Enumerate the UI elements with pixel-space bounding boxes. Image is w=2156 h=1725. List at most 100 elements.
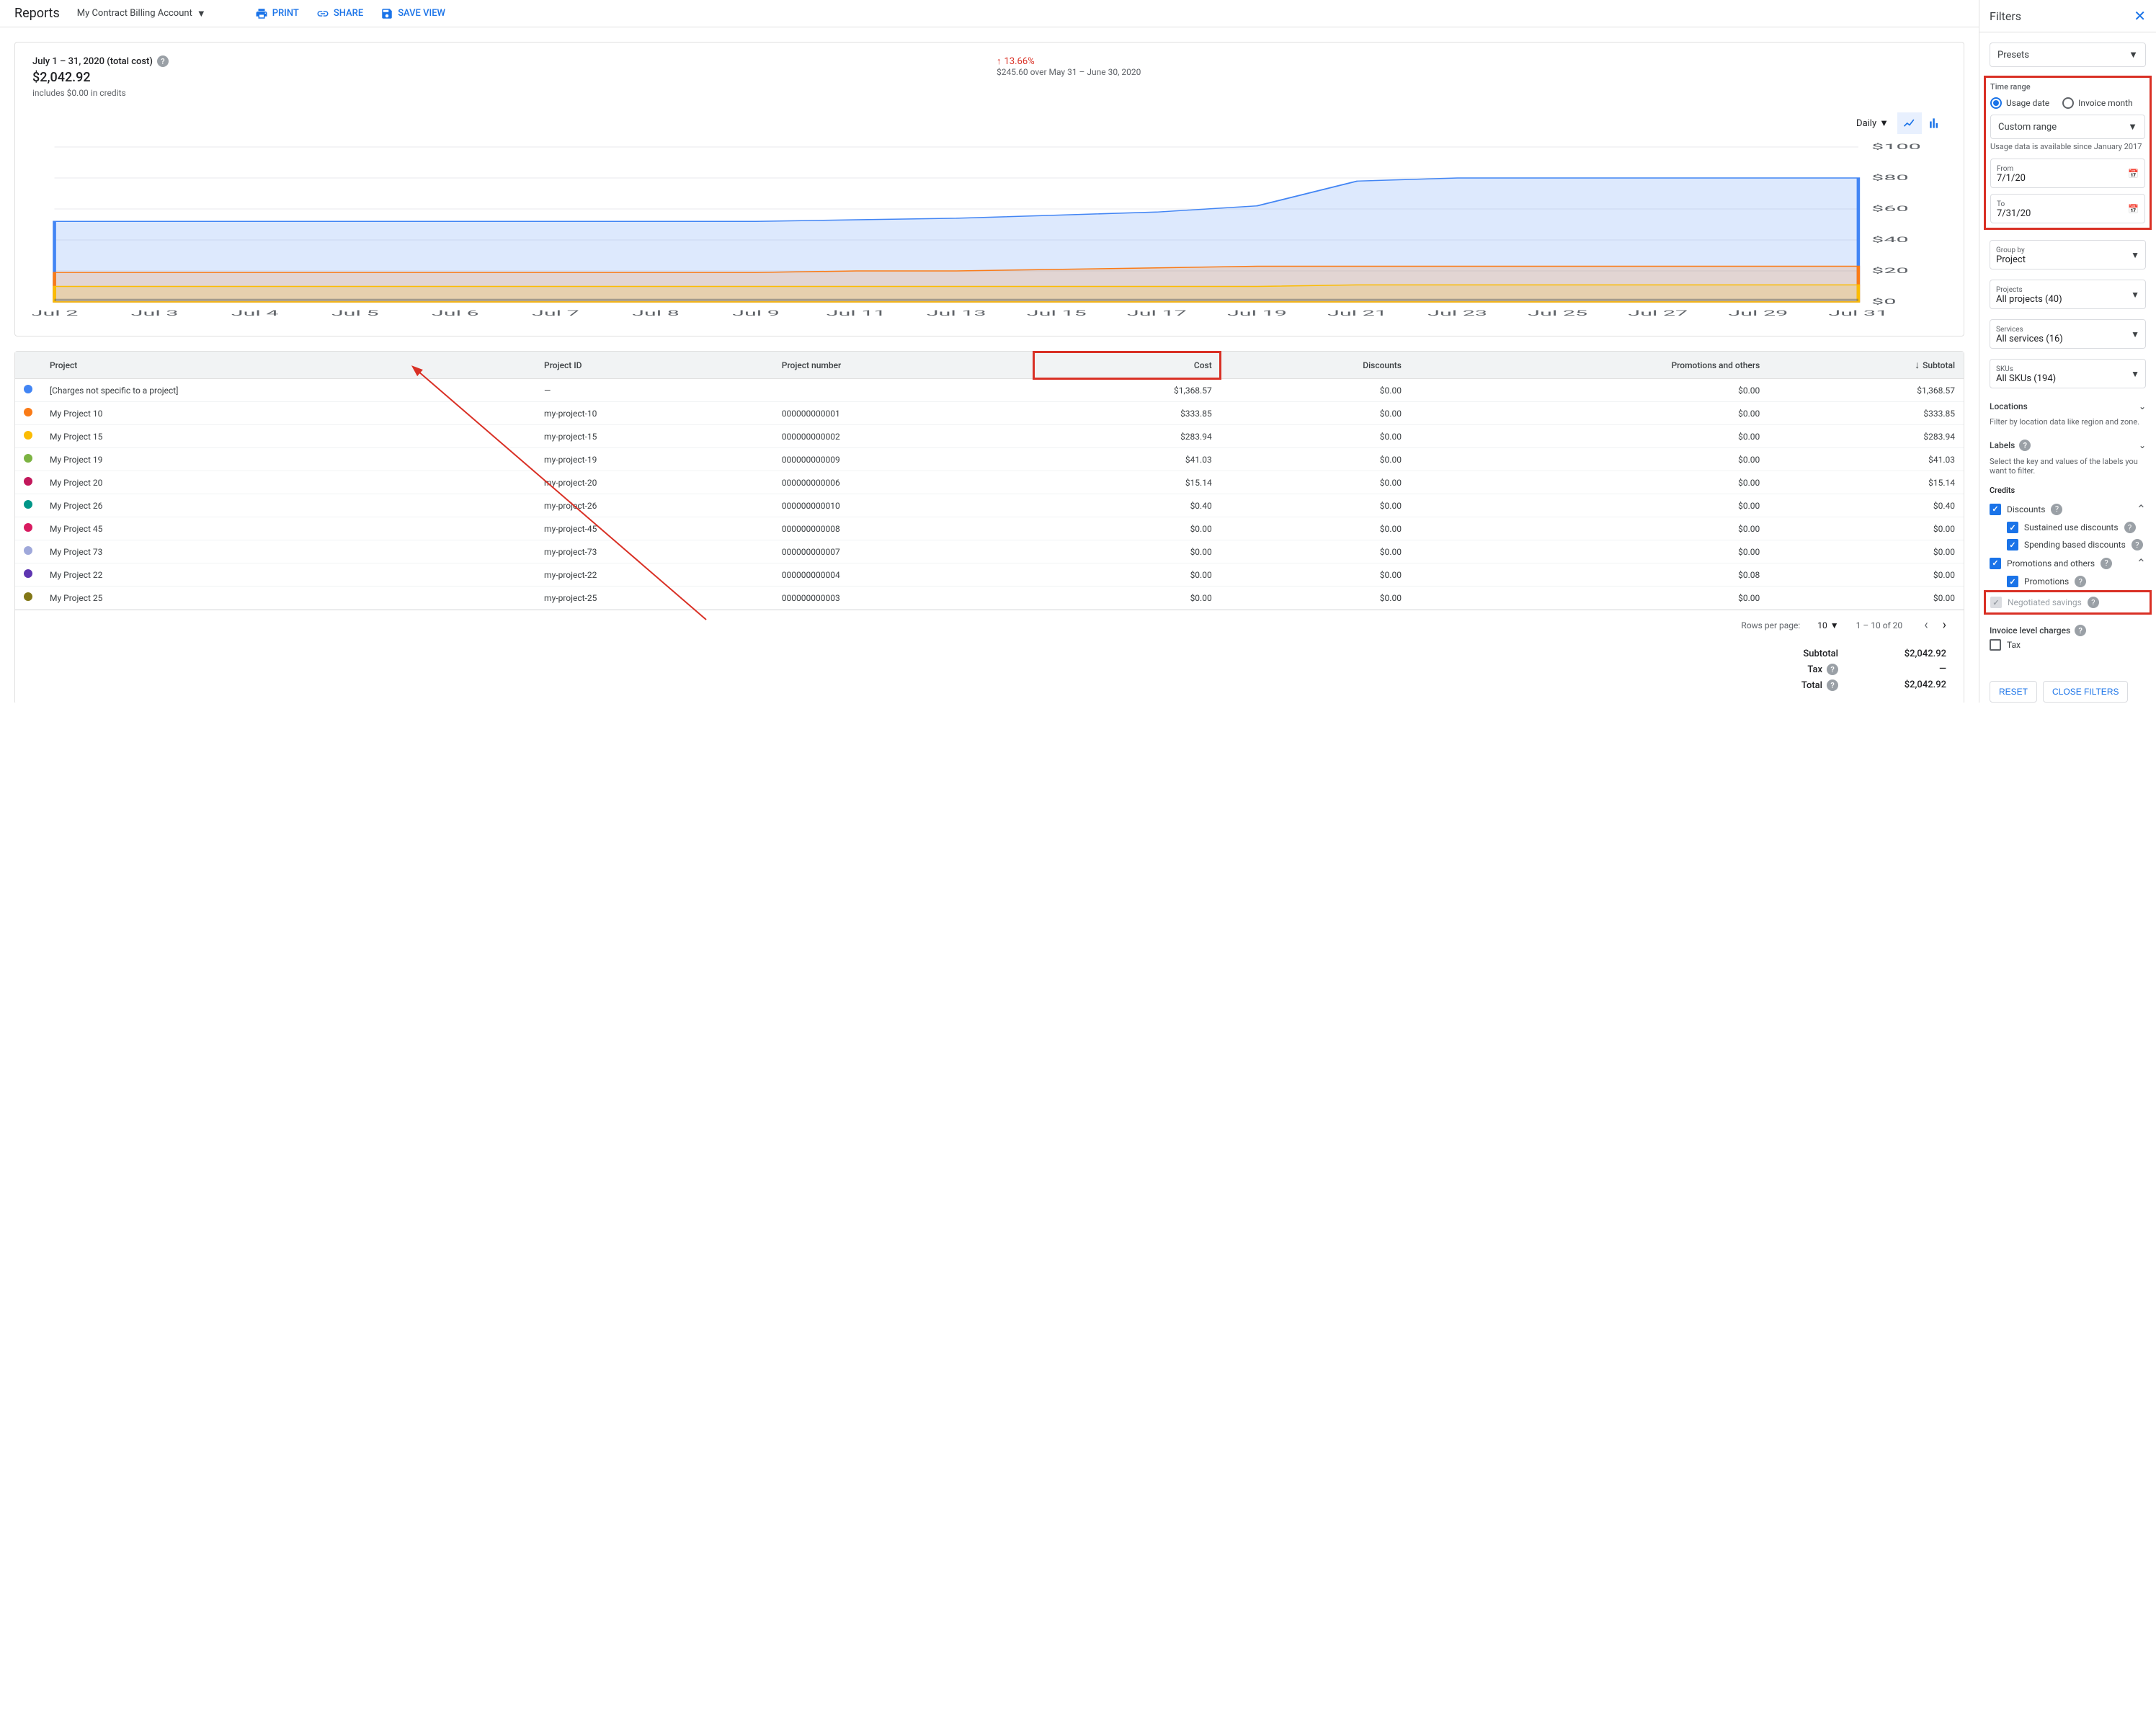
svg-text:Jul 25: Jul 25 [1528,309,1587,318]
reset-button[interactable]: RESET [1990,681,2037,703]
svg-text:$0: $0 [1871,298,1896,306]
usage-date-radio[interactable]: Usage date [1990,97,2049,109]
tax-checkbox[interactable]: Tax [1990,636,2146,654]
skus-dropdown[interactable]: SKUsAll SKUs (194) ▼ [1990,359,2146,388]
col-subtotal[interactable]: ↓Subtotal [1768,352,1964,379]
svg-text:Jul 4: Jul 4 [231,309,279,318]
help-icon[interactable]: ? [2051,504,2062,515]
availability-note: Usage data is available since January 20… [1990,142,2145,151]
chevron-up-icon[interactable]: ⌃ [2137,556,2146,570]
table-row[interactable]: My Project 10my-project-10000000000001 $… [15,402,1964,425]
subtotal-value: $2,042.92 [1881,648,1946,659]
help-icon[interactable]: ? [2132,539,2143,551]
group-by-dropdown[interactable]: Group byProject ▼ [1990,240,2146,269]
credits-label: Credits [1990,486,2146,495]
svg-text:Jul 9: Jul 9 [732,309,780,318]
spending-based-checkbox[interactable]: Spending based discounts ? [1990,536,2146,553]
help-icon[interactable]: ? [1827,679,1838,691]
series-color-dot [24,385,32,393]
to-date-input[interactable]: To7/31/20 📅 [1990,194,2145,223]
help-icon[interactable]: ? [2124,522,2136,533]
table-row[interactable]: My Project 73my-project-73000000000007 $… [15,540,1964,563]
page-title: Reports [14,6,60,21]
sustained-use-checkbox[interactable]: Sustained use discounts ? [1990,519,2146,536]
rows-per-page-dropdown[interactable]: 10▼ [1817,620,1838,630]
series-color-dot [24,523,32,532]
time-range-label: Time range [1990,82,2145,92]
table-row[interactable]: My Project 15my-project-15000000000002 $… [15,425,1964,448]
help-icon[interactable]: ? [2019,440,2031,451]
share-button[interactable]: SHARE [316,7,363,20]
table-row[interactable]: My Project 25my-project-25000000000003 $… [15,587,1964,610]
col-project-id[interactable]: Project ID [535,352,773,379]
series-color-dot [24,454,32,463]
tax-label: Tax? [1807,664,1838,675]
projects-dropdown[interactable]: ProjectsAll projects (40) ▼ [1990,280,2146,309]
custom-range-dropdown[interactable]: Custom range▼ [1990,115,2145,139]
series-color-dot [24,408,32,416]
tax-value: — [1881,664,1946,675]
chevron-up-icon[interactable]: ⌃ [2137,502,2146,516]
account-dropdown[interactable]: My Contract Billing Account▼ [77,8,206,19]
credits-note: includes $0.00 in credits [32,88,982,98]
labels-note: Select the key and values of the labels … [1990,457,2146,476]
table-row[interactable]: My Project 26my-project-26000000000010 $… [15,494,1964,517]
invoice-month-radio[interactable]: Invoice month [2062,97,2133,109]
svg-text:$20: $20 [1871,267,1908,275]
table-row[interactable]: My Project 45my-project-45000000000008 $… [15,517,1964,540]
help-icon[interactable]: ? [157,55,169,67]
svg-text:Jul 2: Jul 2 [32,309,78,318]
svg-text:$100: $100 [1871,143,1921,151]
print-button[interactable]: PRINT [255,7,299,20]
locations-section[interactable]: Locations ⌄ [1990,398,2146,414]
line-chart-button[interactable] [1897,112,1922,134]
col-discounts[interactable]: Discounts [1221,352,1410,379]
svg-text:Jul 3: Jul 3 [131,309,179,318]
caret-down-icon: ▼ [2131,250,2139,260]
col-project[interactable]: Project [41,352,535,379]
negotiated-savings-checkbox: Negotiated savings ? [1990,594,2145,611]
topbar: Reports My Contract Billing Account▼ PRI… [0,0,1979,27]
svg-text:Jul 11: Jul 11 [827,309,886,318]
subtotal-label: Subtotal [1803,648,1838,659]
help-icon[interactable]: ? [2088,597,2099,608]
projects-table: Project Project ID Project number Cost D… [15,352,1964,610]
help-icon[interactable]: ? [2075,576,2086,587]
granularity-dropdown[interactable]: Daily▼ [1856,117,1889,129]
bar-chart-button[interactable] [1922,112,1946,134]
col-cost[interactable]: Cost [1033,352,1221,379]
table-row[interactable]: My Project 19my-project-19000000000009 $… [15,448,1964,471]
next-page-button[interactable]: › [1938,618,1951,633]
discounts-checkbox[interactable]: Discounts ? ⌃ [1990,499,2146,519]
promotions-others-checkbox[interactable]: Promotions and others ? ⌃ [1990,553,2146,573]
save-icon [380,7,393,20]
help-icon[interactable]: ? [2075,625,2086,636]
table-row[interactable]: [Charges not specific to a project]— $1,… [15,379,1964,402]
print-icon [255,7,268,20]
help-icon[interactable]: ? [2101,558,2112,569]
promotions-checkbox[interactable]: Promotions ? [1990,573,2146,590]
percent-change: ↑ 13.66% [997,55,1946,67]
series-color-dot [24,546,32,555]
svg-text:Jul 8: Jul 8 [632,309,680,318]
locations-note: Filter by location data like region and … [1990,417,2146,427]
labels-section[interactable]: Labels? ⌄ [1990,437,2146,454]
svg-text:Jul 15: Jul 15 [1027,309,1087,318]
svg-text:Jul 19: Jul 19 [1227,309,1287,318]
table-row[interactable]: My Project 22my-project-22000000000004 $… [15,563,1964,587]
save-view-button[interactable]: SAVE VIEW [380,7,445,20]
col-promo[interactable]: Promotions and others [1410,352,1768,379]
close-filters-button[interactable]: CLOSE FILTERS [2043,681,2128,703]
help-icon[interactable]: ? [1827,664,1838,675]
arrow-up-icon: ↑ [997,55,1002,67]
services-dropdown[interactable]: ServicesAll services (16) ▼ [1990,319,2146,349]
table-row[interactable]: My Project 20my-project-20000000000006 $… [15,471,1964,494]
caret-down-icon: ▼ [1879,117,1889,129]
diff-note: $245.60 over May 31 – June 30, 2020 [997,67,1946,77]
prev-page-button[interactable]: ‹ [1920,618,1932,633]
calendar-icon: 📅 [2128,204,2139,214]
col-project-num[interactable]: Project number [773,352,1033,379]
from-date-input[interactable]: From7/1/20 📅 [1990,159,2145,188]
presets-dropdown[interactable]: Presets▼ [1990,43,2146,67]
close-filters-icon[interactable]: ✕ [2134,7,2146,24]
